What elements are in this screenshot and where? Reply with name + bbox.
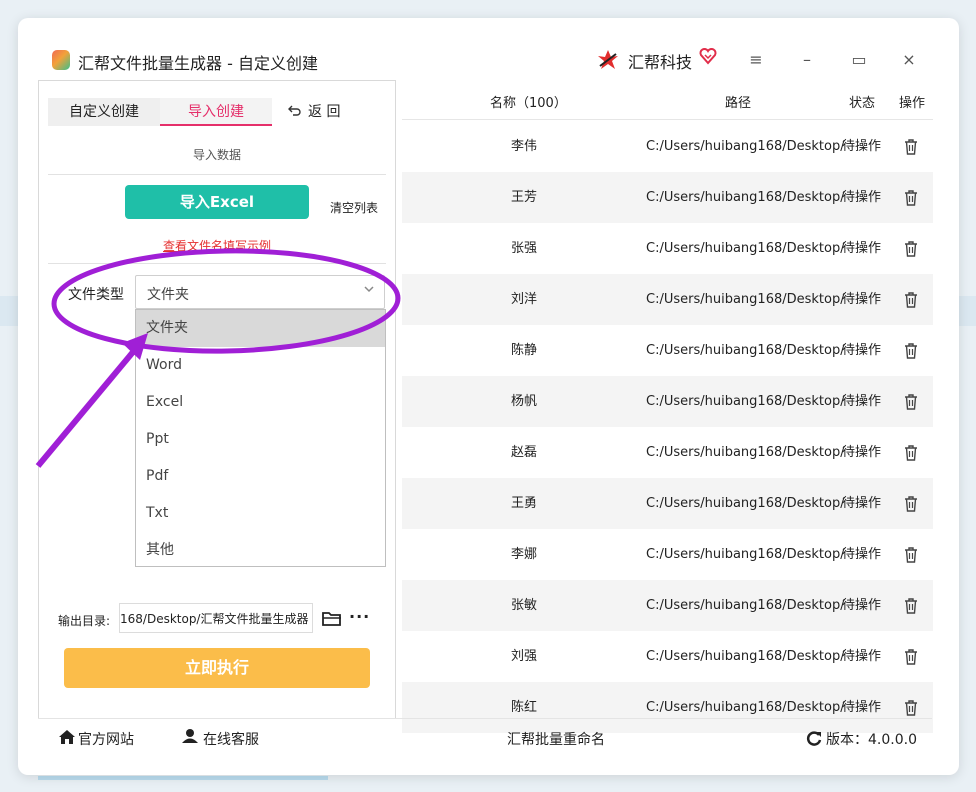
annotation-arrow-line <box>35 344 141 468</box>
annotation-ellipse <box>51 248 401 354</box>
annotation-overlay <box>35 248 401 468</box>
